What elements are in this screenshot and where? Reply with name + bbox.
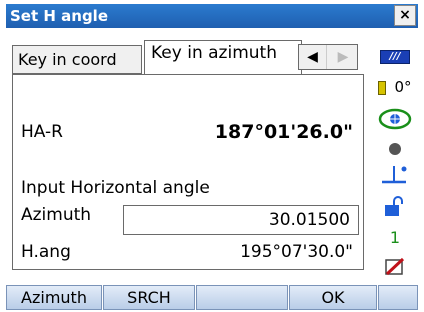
tab-scroll-control: ◀ ▶ xyxy=(298,44,358,70)
input-heading: Input Horizontal angle xyxy=(21,178,210,198)
tilt-icon xyxy=(378,80,387,95)
dot-icon xyxy=(389,143,401,155)
edit-indicator[interactable] xyxy=(372,256,418,282)
har-value: 187°01'26.0" xyxy=(214,121,353,143)
laser-plummet-icon xyxy=(382,166,407,184)
counter-value: 1 xyxy=(389,228,401,247)
h-ang-value: 195°07'30.0" xyxy=(240,242,353,262)
azimuth-panel: HA-R 187°01'26.0" Input Horizontal angle… xyxy=(12,74,364,270)
battery-indicator: /// xyxy=(372,44,418,64)
tab-key-in-coord[interactable]: Key in coord xyxy=(12,45,142,74)
h-ang-label: H.ang xyxy=(21,242,71,262)
prism-target-icon xyxy=(378,108,412,130)
har-label: HA-R xyxy=(21,122,63,142)
laser-indicator[interactable] xyxy=(372,164,418,190)
lock-indicator[interactable] xyxy=(372,196,418,222)
softkey-empty-5[interactable] xyxy=(378,285,418,310)
set-h-angle-window: Set H angle × Key in coord Key in azimut… xyxy=(0,0,424,312)
softkey-azimuth[interactable]: Azimuth xyxy=(6,285,102,310)
window-title: Set H angle xyxy=(10,7,108,25)
target-indicator[interactable] xyxy=(372,108,418,134)
azimuth-label: Azimuth xyxy=(21,205,92,225)
tilt-indicator[interactable]: 0° xyxy=(372,78,418,96)
softkey-empty-3[interactable] xyxy=(196,285,288,310)
battery-icon: /// xyxy=(380,50,410,64)
azimuth-input[interactable]: 30.01500 xyxy=(123,205,359,235)
status-bar: /// 0° 1 xyxy=(372,38,418,278)
counter-indicator: 1 xyxy=(372,228,418,247)
tab-prev-icon[interactable]: ◀ xyxy=(299,45,327,69)
title-bar: Set H angle × xyxy=(6,4,418,28)
lock-icon xyxy=(385,196,403,216)
close-button[interactable]: × xyxy=(394,5,416,26)
status-dot xyxy=(372,140,418,159)
softkey-ok[interactable]: OK xyxy=(289,285,377,310)
tilt-value: 0° xyxy=(394,78,412,96)
tab-next-icon[interactable]: ▶ xyxy=(329,45,357,69)
edit-pen-icon xyxy=(385,257,405,276)
softkey-bar: Azimuth SRCH OK xyxy=(6,285,418,310)
softkey-srch[interactable]: SRCH xyxy=(103,285,195,310)
tab-key-in-azimuth[interactable]: Key in azimuth xyxy=(144,40,302,74)
